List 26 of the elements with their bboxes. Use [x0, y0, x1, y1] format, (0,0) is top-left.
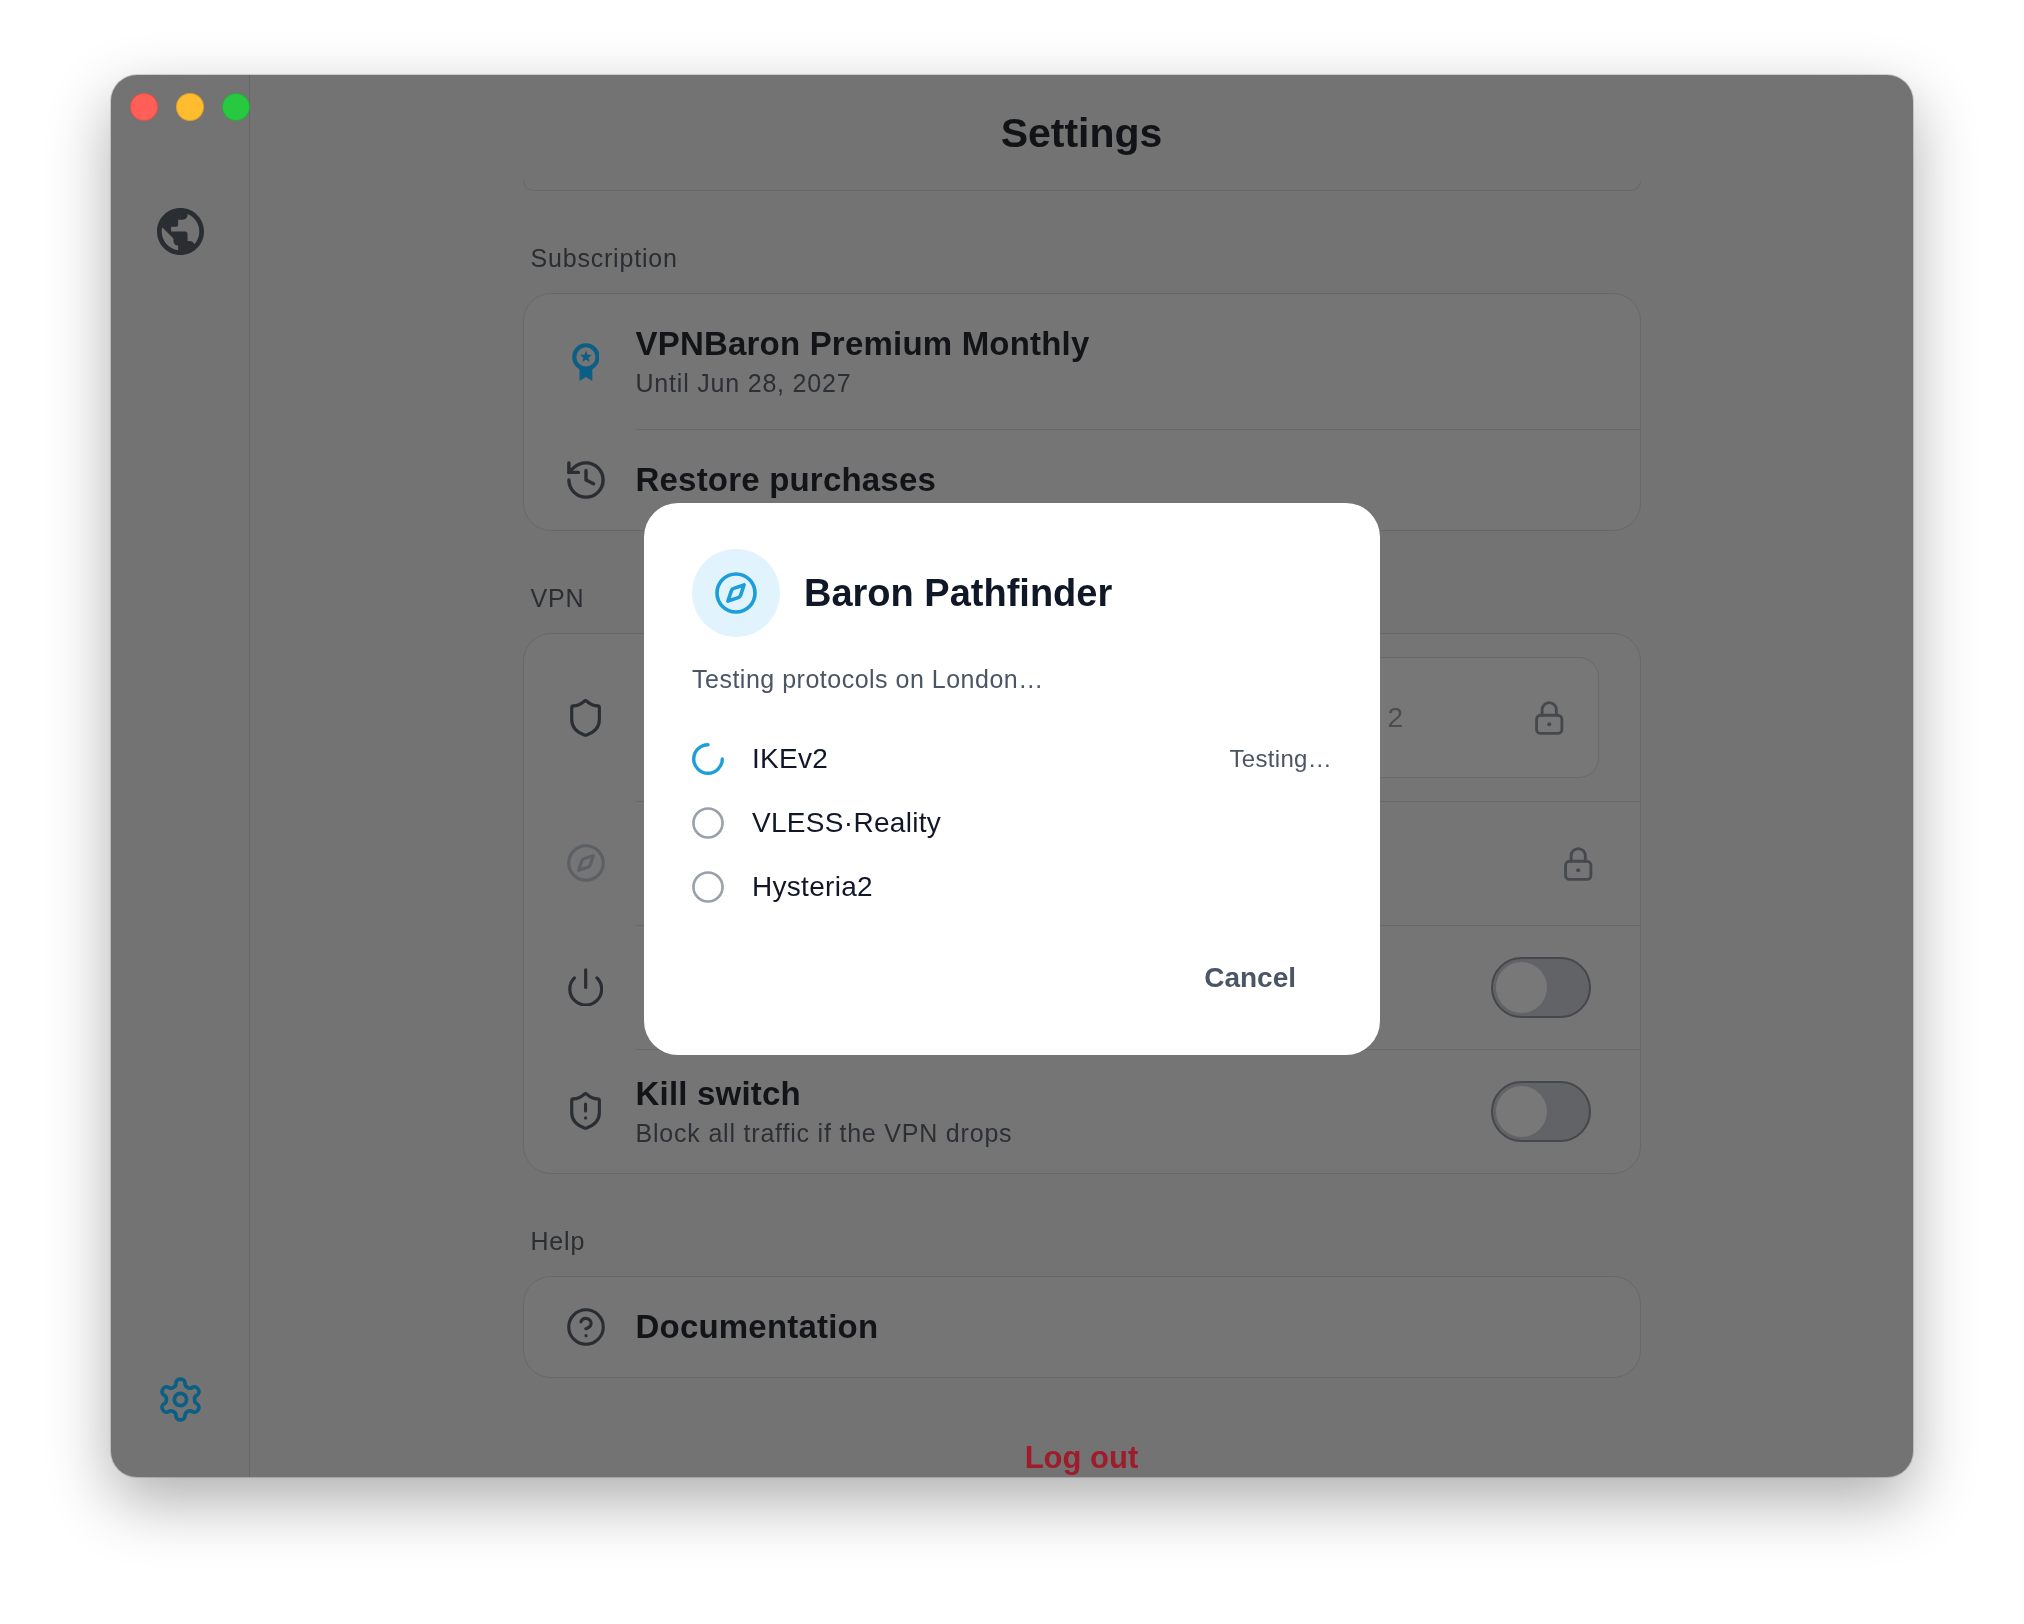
settings-icon[interactable] — [158, 1377, 202, 1422]
setting-description: Block all traffic if the VPN drops — [635, 1118, 1013, 1148]
zoom-button[interactable] — [222, 93, 250, 121]
globe-icon[interactable] — [156, 208, 204, 255]
close-button[interactable] — [130, 93, 158, 121]
plan-expiry: Until Jun 28, 2027 — [635, 368, 852, 398]
window-title: Settings — [1000, 109, 1163, 157]
menu-item[interactable]: Restore purchases — [635, 463, 937, 497]
cancel-button[interactable]: Cancel — [1176, 950, 1324, 1006]
setting-title: Kill switch — [635, 1075, 801, 1113]
protocol-name: VLESS·Reality — [752, 806, 943, 840]
plan-title: VPNBaron Premium Monthly — [635, 325, 1090, 363]
section-label: VPN — [530, 583, 585, 613]
protocol-name: IKEv2 — [752, 742, 830, 776]
minimize-button[interactable] — [176, 93, 204, 121]
menu-item[interactable]: Documentation — [635, 1310, 879, 1344]
dialog-message: Testing protocols on London… — [692, 664, 1044, 694]
dialog-title: Baron Pathfinder — [804, 571, 1113, 615]
section-label: Subscription — [530, 243, 678, 273]
section-label: Help — [530, 1226, 586, 1256]
protocol-name: Hysteria2 — [752, 870, 874, 904]
status-text: Testing… — [1229, 744, 1332, 774]
award-icon — [571, 342, 600, 381]
help-icon — [566, 1308, 605, 1346]
compass-icon — [692, 549, 780, 637]
history-icon — [566, 460, 605, 499]
